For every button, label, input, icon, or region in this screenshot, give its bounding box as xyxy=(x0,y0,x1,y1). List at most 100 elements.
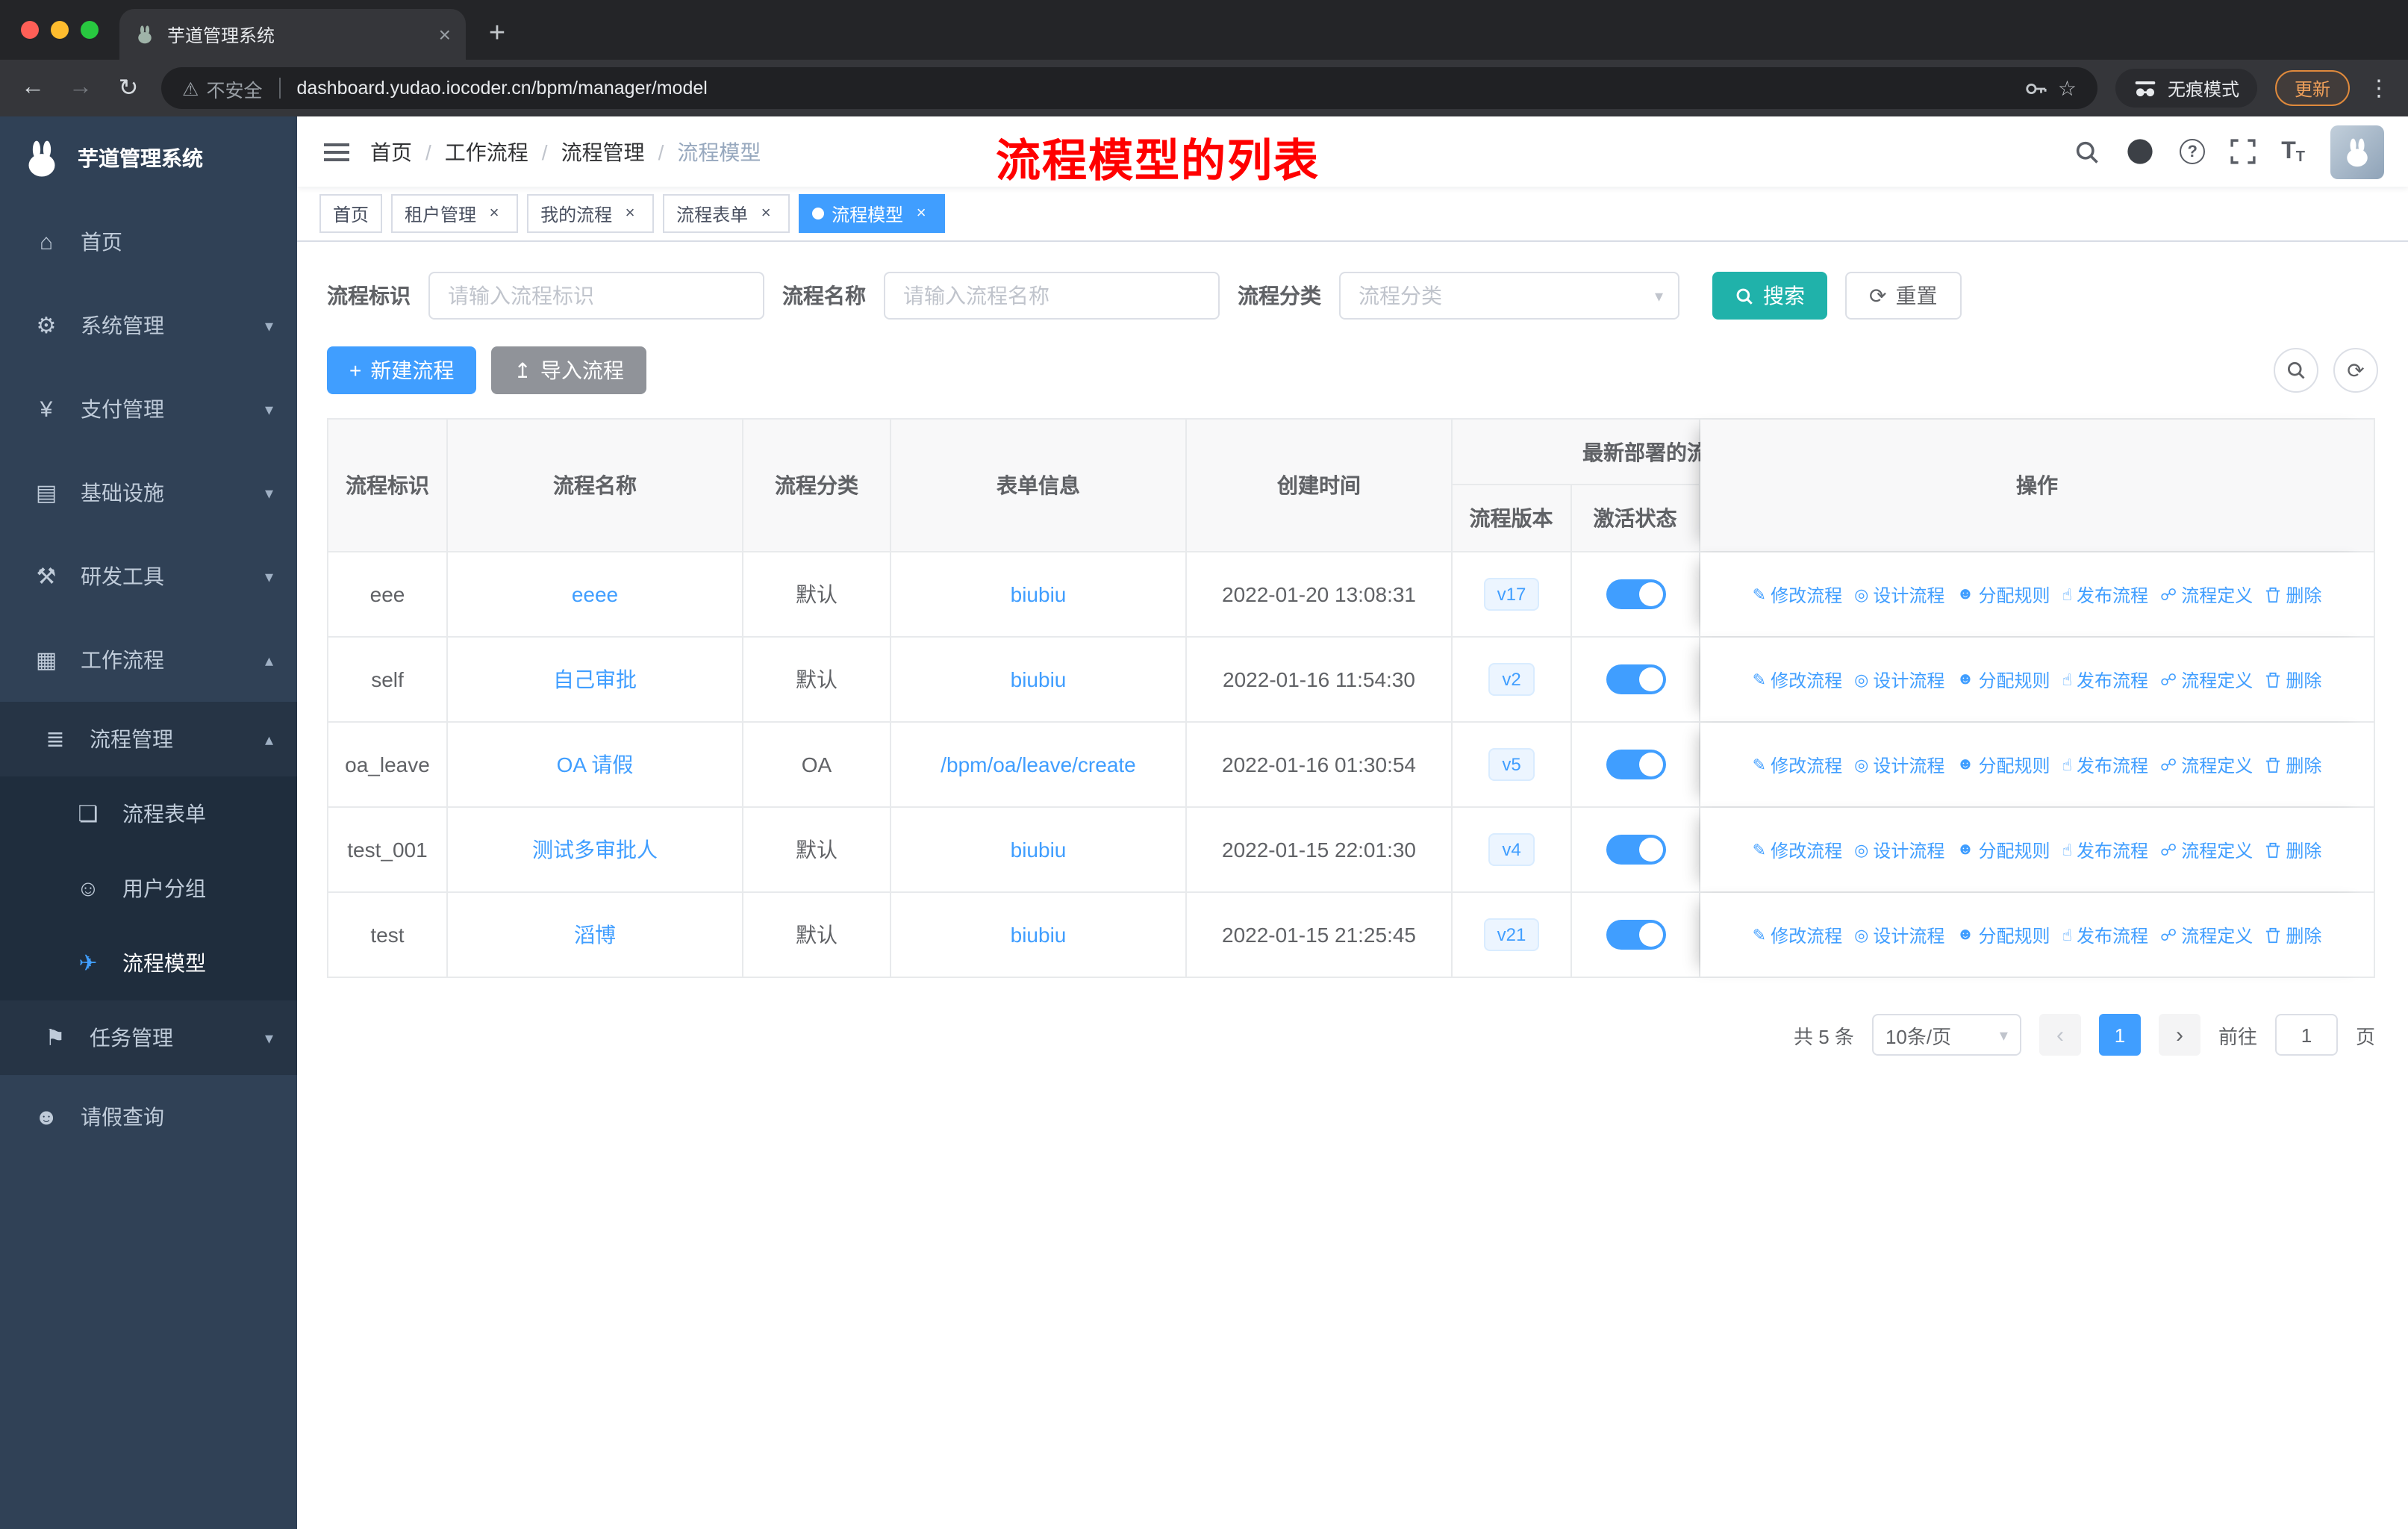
design-process-link[interactable]: ◎ 设计流程 xyxy=(1854,922,1944,947)
sidebar-item-process-form[interactable]: ❏ 流程表单 xyxy=(0,776,297,851)
hamburger-icon[interactable] xyxy=(324,150,349,153)
active-toggle[interactable] xyxy=(1606,750,1665,779)
publish-process-link[interactable]: ☝ 发布流程 xyxy=(2062,667,2148,692)
design-process-link[interactable]: ◎ 设计流程 xyxy=(1854,752,1944,777)
browser-menu-icon[interactable]: ⋮ xyxy=(2368,75,2390,102)
sidebar-item-infrastructure[interactable]: ▤ 基础设施 ▾ xyxy=(0,451,297,535)
close-window-button[interactable] xyxy=(21,21,39,39)
publish-process-link[interactable]: ☝ 发布流程 xyxy=(2062,752,2148,777)
sidebar-item-leave-query[interactable]: ☻ 请假查询 xyxy=(0,1075,297,1159)
fullscreen-icon[interactable] xyxy=(2230,139,2256,164)
search-icon[interactable] xyxy=(2074,138,2100,165)
process-name-link[interactable]: eeee xyxy=(572,582,618,606)
help-icon[interactable]: ? xyxy=(2180,139,2206,164)
sidebar-item-home[interactable]: ⌂ 首页 xyxy=(0,200,297,284)
browser-tab[interactable]: 芋道管理系统 × xyxy=(119,9,466,60)
zoom-window-button[interactable] xyxy=(81,21,99,39)
process-category-select[interactable]: 流程分类 ▾ xyxy=(1339,272,1679,320)
toggle-search-button[interactable] xyxy=(2274,348,2318,393)
publish-process-link[interactable]: ☝ 发布流程 xyxy=(2062,582,2148,607)
form-info-link[interactable]: /bpm/oa/leave/create xyxy=(941,753,1136,776)
delete-process-link[interactable]: 删除 xyxy=(2265,582,2321,607)
github-icon[interactable] xyxy=(2126,137,2154,166)
assign-rule-link[interactable]: ☻ 分配规则 xyxy=(1956,667,2050,692)
assign-rule-link[interactable]: ☻ 分配规则 xyxy=(1956,922,2050,947)
form-info-link[interactable]: biubiu xyxy=(1011,667,1067,691)
close-icon[interactable]: × xyxy=(620,205,640,222)
process-name-link[interactable]: 测试多审批人 xyxy=(532,835,658,865)
sidebar-item-task-management[interactable]: ⚑ 任务管理 ▾ xyxy=(0,1000,297,1075)
process-key-input[interactable] xyxy=(428,272,764,320)
new-tab-button[interactable]: + xyxy=(475,12,520,57)
password-key-icon[interactable] xyxy=(2025,77,2047,99)
current-page-button[interactable]: 1 xyxy=(2098,1014,2141,1056)
modify-process-link[interactable]: ✎ 修改流程 xyxy=(1753,922,1842,947)
tag-home[interactable]: 首页 xyxy=(319,194,383,233)
back-icon[interactable]: ← xyxy=(18,75,48,102)
form-info-link[interactable]: biubiu xyxy=(1011,923,1067,947)
process-definition-link[interactable]: ☍ 流程定义 xyxy=(2160,582,2253,607)
browser-update-button[interactable]: 更新 xyxy=(2274,70,2350,106)
sidebar-item-rnd-tools[interactable]: ⚒ 研发工具 ▾ xyxy=(0,535,297,618)
sidebar-item-system[interactable]: ⚙ 系统管理 ▾ xyxy=(0,284,297,367)
form-info-link[interactable]: biubiu xyxy=(1011,838,1067,862)
refresh-table-button[interactable]: ⟳ xyxy=(2333,348,2378,393)
publish-process-link[interactable]: ☝ 发布流程 xyxy=(2062,922,2148,947)
create-process-button[interactable]: + 新建流程 xyxy=(327,346,477,394)
import-process-button[interactable]: ↥ 导入流程 xyxy=(491,346,646,394)
assign-rule-link[interactable]: ☻ 分配规则 xyxy=(1956,752,2050,777)
reload-icon[interactable]: ↻ xyxy=(113,73,143,103)
delete-process-link[interactable]: 删除 xyxy=(2265,752,2321,777)
modify-process-link[interactable]: ✎ 修改流程 xyxy=(1753,837,1842,862)
modify-process-link[interactable]: ✎ 修改流程 xyxy=(1753,582,1842,607)
close-icon[interactable]: × xyxy=(755,205,776,222)
breadcrumb-home[interactable]: 首页 xyxy=(370,137,412,166)
close-icon[interactable]: × xyxy=(484,205,505,222)
bookmark-star-icon[interactable]: ☆ xyxy=(2058,75,2077,101)
breadcrumb-process-management[interactable]: 流程管理 xyxy=(561,137,645,166)
modify-process-link[interactable]: ✎ 修改流程 xyxy=(1753,752,1842,777)
process-definition-link[interactable]: ☍ 流程定义 xyxy=(2160,667,2253,692)
reset-button[interactable]: ⟳ 重置 xyxy=(1845,272,1962,320)
design-process-link[interactable]: ◎ 设计流程 xyxy=(1854,582,1944,607)
sidebar-item-user-group[interactable]: ☺ 用户分组 xyxy=(0,851,297,926)
next-page-button[interactable]: › xyxy=(2158,1014,2200,1056)
tag-process-model[interactable]: 流程模型 × xyxy=(799,194,946,233)
process-name-input[interactable] xyxy=(884,272,1220,320)
address-bar[interactable]: ⚠ 不安全 dashboard.yudao.iocoder.cn/bpm/man… xyxy=(161,67,2097,109)
process-name-link[interactable]: 自己审批 xyxy=(553,664,637,694)
minimize-window-button[interactable] xyxy=(51,21,69,39)
delete-process-link[interactable]: 删除 xyxy=(2265,837,2321,862)
tag-process-form[interactable]: 流程表单 × xyxy=(663,194,790,233)
search-button[interactable]: 搜索 xyxy=(1712,272,1827,320)
forward-icon[interactable]: → xyxy=(66,75,96,102)
design-process-link[interactable]: ◎ 设计流程 xyxy=(1854,837,1944,862)
delete-process-link[interactable]: 删除 xyxy=(2265,667,2321,692)
delete-process-link[interactable]: 删除 xyxy=(2265,922,2321,947)
process-name-link[interactable]: OA 请假 xyxy=(557,750,634,779)
active-toggle[interactable] xyxy=(1606,920,1665,950)
process-definition-link[interactable]: ☍ 流程定义 xyxy=(2160,922,2253,947)
sidebar-item-process-model[interactable]: ✈ 流程模型 xyxy=(0,926,297,1000)
publish-process-link[interactable]: ☝ 发布流程 xyxy=(2062,837,2148,862)
form-info-link[interactable]: biubiu xyxy=(1011,582,1067,606)
process-definition-link[interactable]: ☍ 流程定义 xyxy=(2160,837,2253,862)
sidebar-item-payment[interactable]: ¥ 支付管理 ▾ xyxy=(0,367,297,451)
tag-my-process[interactable]: 我的流程 × xyxy=(527,194,655,233)
process-definition-link[interactable]: ☍ 流程定义 xyxy=(2160,752,2253,777)
close-icon[interactable]: × xyxy=(911,205,932,222)
assign-rule-link[interactable]: ☻ 分配规则 xyxy=(1956,582,2050,607)
sidebar-item-process-management[interactable]: ≣ 流程管理 ▴ xyxy=(0,702,297,776)
active-toggle[interactable] xyxy=(1606,835,1665,865)
page-size-select[interactable]: 10条/页 ▾ xyxy=(1871,1014,2021,1056)
assign-rule-link[interactable]: ☻ 分配规则 xyxy=(1956,837,2050,862)
prev-page-button[interactable]: ‹ xyxy=(2039,1014,2081,1056)
font-size-icon[interactable]: TT xyxy=(2281,138,2305,165)
tag-tenant[interactable]: 租户管理 × xyxy=(391,194,519,233)
goto-page-input[interactable] xyxy=(2274,1014,2338,1056)
modify-process-link[interactable]: ✎ 修改流程 xyxy=(1753,667,1842,692)
active-toggle[interactable] xyxy=(1606,664,1665,694)
tab-close-icon[interactable]: × xyxy=(439,22,451,46)
active-toggle[interactable] xyxy=(1606,579,1665,609)
avatar[interactable] xyxy=(2330,125,2384,178)
